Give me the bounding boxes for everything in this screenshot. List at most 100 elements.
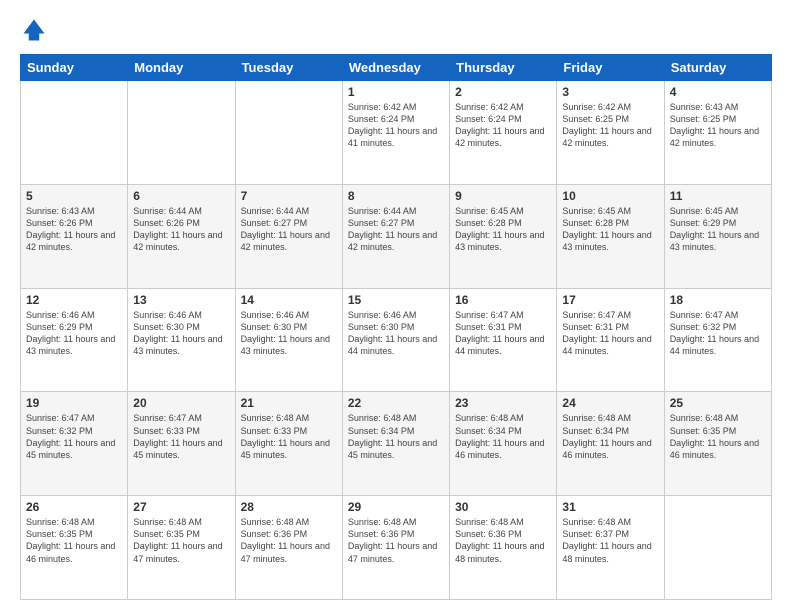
weekday-header-row: SundayMondayTuesdayWednesdayThursdayFrid… — [21, 55, 772, 81]
header — [20, 16, 772, 44]
calendar-cell: 31 Sunrise: 6:48 AMSunset: 6:37 PMDayligh… — [557, 496, 664, 600]
calendar-cell: 27 Sunrise: 6:48 AMSunset: 6:35 PMDayligh… — [128, 496, 235, 600]
calendar-table: SundayMondayTuesdayWednesdayThursdayFrid… — [20, 54, 772, 600]
day-number: 30 — [455, 500, 551, 514]
day-info: Sunrise: 6:43 AMSunset: 6:26 PMDaylight:… — [26, 205, 122, 254]
day-number: 25 — [670, 396, 766, 410]
day-info: Sunrise: 6:48 AMSunset: 6:36 PMDaylight:… — [348, 516, 444, 565]
weekday-header-sunday: Sunday — [21, 55, 128, 81]
day-info: Sunrise: 6:42 AMSunset: 6:24 PMDaylight:… — [455, 101, 551, 150]
week-row-2: 5 Sunrise: 6:43 AMSunset: 6:26 PMDaylight… — [21, 184, 772, 288]
calendar-cell — [21, 81, 128, 185]
day-info: Sunrise: 6:48 AMSunset: 6:34 PMDaylight:… — [562, 412, 658, 461]
day-number: 5 — [26, 189, 122, 203]
day-info: Sunrise: 6:45 AMSunset: 6:28 PMDaylight:… — [455, 205, 551, 254]
calendar-cell: 16 Sunrise: 6:47 AMSunset: 6:31 PMDayligh… — [450, 288, 557, 392]
day-info: Sunrise: 6:42 AMSunset: 6:24 PMDaylight:… — [348, 101, 444, 150]
day-number: 31 — [562, 500, 658, 514]
day-info: Sunrise: 6:47 AMSunset: 6:31 PMDaylight:… — [455, 309, 551, 358]
calendar-cell: 18 Sunrise: 6:47 AMSunset: 6:32 PMDayligh… — [664, 288, 771, 392]
day-info: Sunrise: 6:48 AMSunset: 6:34 PMDaylight:… — [348, 412, 444, 461]
day-info: Sunrise: 6:43 AMSunset: 6:25 PMDaylight:… — [670, 101, 766, 150]
day-number: 13 — [133, 293, 229, 307]
calendar-cell: 25 Sunrise: 6:48 AMSunset: 6:35 PMDayligh… — [664, 392, 771, 496]
day-info: Sunrise: 6:46 AMSunset: 6:30 PMDaylight:… — [348, 309, 444, 358]
calendar-cell: 3 Sunrise: 6:42 AMSunset: 6:25 PMDaylight… — [557, 81, 664, 185]
day-number: 17 — [562, 293, 658, 307]
day-info: Sunrise: 6:44 AMSunset: 6:27 PMDaylight:… — [241, 205, 337, 254]
day-info: Sunrise: 6:48 AMSunset: 6:35 PMDaylight:… — [133, 516, 229, 565]
day-info: Sunrise: 6:47 AMSunset: 6:33 PMDaylight:… — [133, 412, 229, 461]
weekday-header-tuesday: Tuesday — [235, 55, 342, 81]
day-info: Sunrise: 6:48 AMSunset: 6:35 PMDaylight:… — [670, 412, 766, 461]
calendar-cell: 10Sunrise: 6:45 AMSunset: 6:28 PMDayligh… — [557, 184, 664, 288]
day-number: 2 — [455, 85, 551, 99]
week-row-1: 1 Sunrise: 6:42 AMSunset: 6:24 PMDaylight… — [21, 81, 772, 185]
calendar-cell: 15 Sunrise: 6:46 AMSunset: 6:30 PMDayligh… — [342, 288, 449, 392]
week-row-3: 12 Sunrise: 6:46 AMSunset: 6:29 PMDayligh… — [21, 288, 772, 392]
calendar-cell: 12 Sunrise: 6:46 AMSunset: 6:29 PMDayligh… — [21, 288, 128, 392]
calendar-cell: 8Sunrise: 6:44 AMSunset: 6:27 PMDaylight… — [342, 184, 449, 288]
day-number: 15 — [348, 293, 444, 307]
calendar-cell: 30 Sunrise: 6:48 AMSunset: 6:36 PMDayligh… — [450, 496, 557, 600]
weekday-header-thursday: Thursday — [450, 55, 557, 81]
day-number: 10 — [562, 189, 658, 203]
weekday-header-monday: Monday — [128, 55, 235, 81]
day-number: 11 — [670, 189, 766, 203]
calendar-cell: 22Sunrise: 6:48 AMSunset: 6:34 PMDayligh… — [342, 392, 449, 496]
calendar-cell: 20 Sunrise: 6:47 AMSunset: 6:33 PMDayligh… — [128, 392, 235, 496]
weekday-header-wednesday: Wednesday — [342, 55, 449, 81]
day-info: Sunrise: 6:47 AMSunset: 6:32 PMDaylight:… — [26, 412, 122, 461]
day-number: 12 — [26, 293, 122, 307]
day-info: Sunrise: 6:46 AMSunset: 6:30 PMDaylight:… — [133, 309, 229, 358]
day-number: 9 — [455, 189, 551, 203]
calendar-cell: 6Sunrise: 6:44 AMSunset: 6:26 PMDaylight… — [128, 184, 235, 288]
day-info: Sunrise: 6:42 AMSunset: 6:25 PMDaylight:… — [562, 101, 658, 150]
day-number: 8 — [348, 189, 444, 203]
day-number: 16 — [455, 293, 551, 307]
day-number: 20 — [133, 396, 229, 410]
day-number: 23 — [455, 396, 551, 410]
calendar-cell — [664, 496, 771, 600]
calendar-cell: 17 Sunrise: 6:47 AMSunset: 6:31 PMDayligh… — [557, 288, 664, 392]
day-number: 18 — [670, 293, 766, 307]
calendar-cell: 19 Sunrise: 6:47 AMSunset: 6:32 PMDayligh… — [21, 392, 128, 496]
calendar-cell: 4 Sunrise: 6:43 AMSunset: 6:25 PMDaylight… — [664, 81, 771, 185]
calendar-cell: 5 Sunrise: 6:43 AMSunset: 6:26 PMDaylight… — [21, 184, 128, 288]
day-info: Sunrise: 6:48 AMSunset: 6:36 PMDaylight:… — [455, 516, 551, 565]
calendar-cell: 14 Sunrise: 6:46 AMSunset: 6:30 PMDayligh… — [235, 288, 342, 392]
calendar-cell — [235, 81, 342, 185]
day-info: Sunrise: 6:48 AMSunset: 6:34 PMDaylight:… — [455, 412, 551, 461]
calendar-cell: 11 Sunrise: 6:45 AMSunset: 6:29 PMDayligh… — [664, 184, 771, 288]
day-info: Sunrise: 6:47 AMSunset: 6:31 PMDaylight:… — [562, 309, 658, 358]
day-number: 6 — [133, 189, 229, 203]
calendar-cell: 26Sunrise: 6:48 AMSunset: 6:35 PMDayligh… — [21, 496, 128, 600]
day-info: Sunrise: 6:46 AMSunset: 6:30 PMDaylight:… — [241, 309, 337, 358]
week-row-4: 19 Sunrise: 6:47 AMSunset: 6:32 PMDayligh… — [21, 392, 772, 496]
calendar-cell: 24Sunrise: 6:48 AMSunset: 6:34 PMDayligh… — [557, 392, 664, 496]
calendar-cell: 13 Sunrise: 6:46 AMSunset: 6:30 PMDayligh… — [128, 288, 235, 392]
day-info: Sunrise: 6:47 AMSunset: 6:32 PMDaylight:… — [670, 309, 766, 358]
day-number: 7 — [241, 189, 337, 203]
day-number: 1 — [348, 85, 444, 99]
day-number: 3 — [562, 85, 658, 99]
logo — [20, 16, 52, 44]
page: SundayMondayTuesdayWednesdayThursdayFrid… — [0, 0, 792, 612]
calendar-cell: 1 Sunrise: 6:42 AMSunset: 6:24 PMDaylight… — [342, 81, 449, 185]
calendar-cell: 23 Sunrise: 6:48 AMSunset: 6:34 PMDayligh… — [450, 392, 557, 496]
day-info: Sunrise: 6:45 AMSunset: 6:29 PMDaylight:… — [670, 205, 766, 254]
day-info: Sunrise: 6:46 AMSunset: 6:29 PMDaylight:… — [26, 309, 122, 358]
day-info: Sunrise: 6:48 AMSunset: 6:37 PMDaylight:… — [562, 516, 658, 565]
day-number: 19 — [26, 396, 122, 410]
calendar-cell: 29 Sunrise: 6:48 AMSunset: 6:36 PMDayligh… — [342, 496, 449, 600]
day-number: 4 — [670, 85, 766, 99]
day-number: 14 — [241, 293, 337, 307]
calendar-cell — [128, 81, 235, 185]
calendar-cell: 28 Sunrise: 6:48 AMSunset: 6:36 PMDayligh… — [235, 496, 342, 600]
calendar-cell: 21Sunrise: 6:48 AMSunset: 6:33 PMDayligh… — [235, 392, 342, 496]
day-number: 29 — [348, 500, 444, 514]
day-number: 27 — [133, 500, 229, 514]
day-info: Sunrise: 6:48 AMSunset: 6:35 PMDaylight:… — [26, 516, 122, 565]
day-info: Sunrise: 6:48 AMSunset: 6:36 PMDaylight:… — [241, 516, 337, 565]
day-number: 28 — [241, 500, 337, 514]
